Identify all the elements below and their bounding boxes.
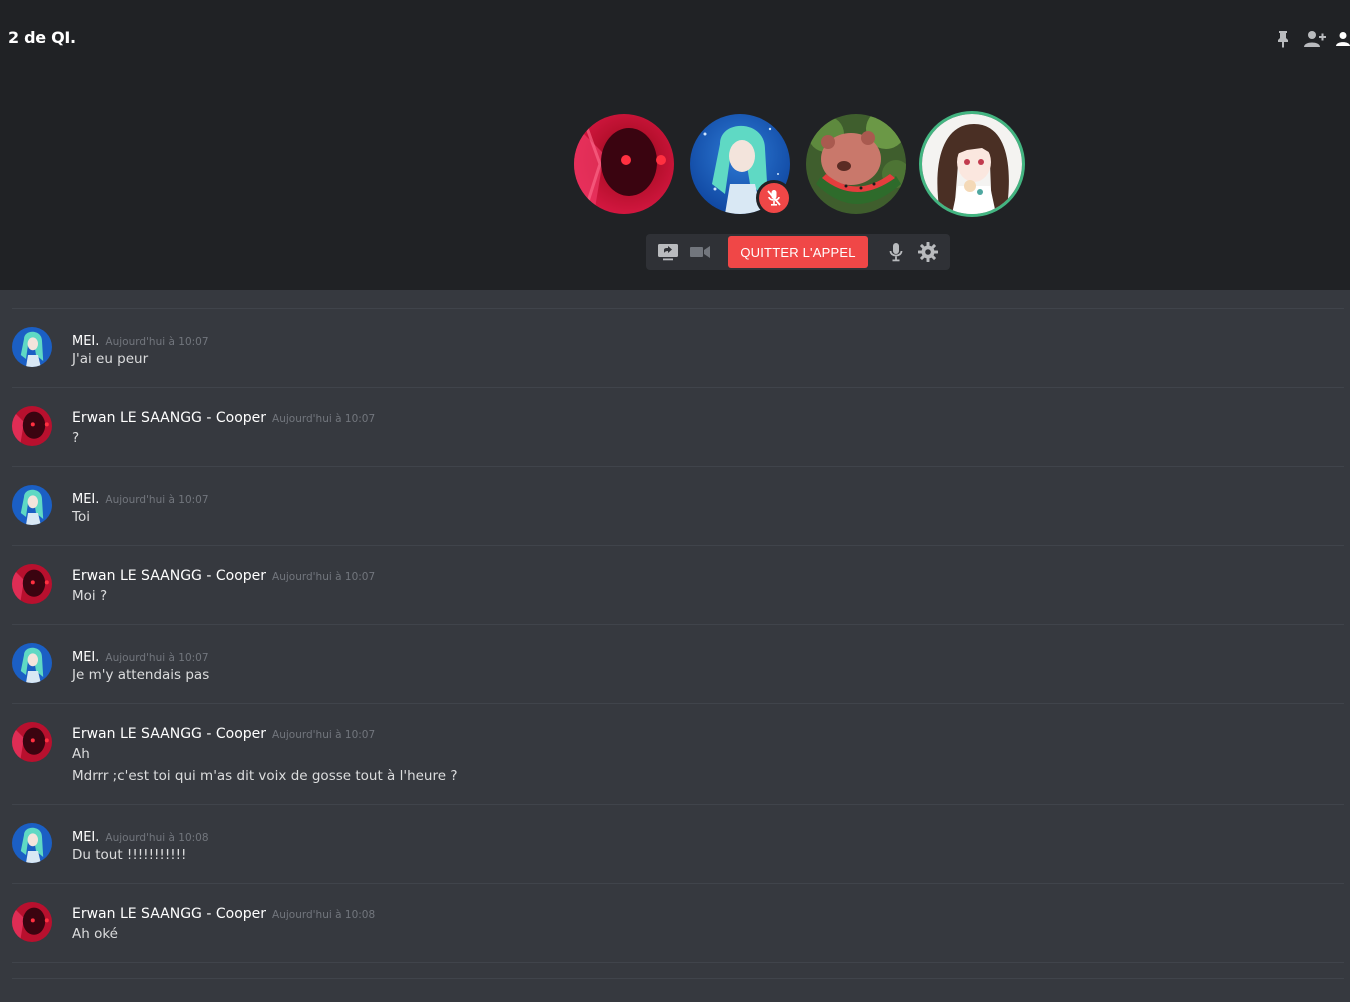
message-header: Erwan LE SAANGG - Cooper Aujourd'hui à 10… — [72, 903, 375, 922]
message-group: MEI. Aujourd'hui à 10:07 Toi — [0, 466, 1350, 545]
message-divider — [12, 962, 1344, 963]
message-header: Erwan LE SAANGG - Cooper Aujourd'hui à 10… — [72, 723, 375, 742]
message-group: Erwan LE SAANGG - Cooper Aujourd'hui à 10… — [0, 883, 1350, 962]
message-timestamp: Aujourd'hui à 10:07 — [105, 494, 209, 506]
author-name[interactable]: Erwan LE SAANGG - Cooper — [72, 906, 266, 922]
header-toolbar — [1262, 28, 1350, 50]
author-name[interactable]: MEI. — [72, 492, 99, 507]
author-avatar-erwan[interactable] — [12, 406, 52, 446]
author-name[interactable]: MEI. — [72, 334, 99, 349]
author-name[interactable]: MEI. — [72, 830, 99, 845]
message-group: Erwan LE SAANGG - Cooper Aujourd'hui à 10… — [0, 387, 1350, 466]
author-avatar-mei[interactable] — [12, 823, 52, 863]
message-timestamp: Aujourd'hui à 10:07 — [272, 413, 376, 425]
message-timestamp: Aujourd'hui à 10:08 — [272, 909, 376, 921]
author-avatar-erwan[interactable] — [12, 564, 52, 604]
author-name[interactable]: Erwan LE SAANGG - Cooper — [72, 410, 266, 426]
leave-call-button[interactable]: QUITTER L'APPEL — [728, 236, 868, 268]
message-header: MEI. Aujourd'hui à 10:07 — [72, 330, 209, 349]
screen-share-icon[interactable] — [657, 241, 679, 263]
message-header: Erwan LE SAANGG - Cooper Aujourd'hui à 10… — [72, 407, 375, 426]
message-text: ? — [72, 430, 80, 446]
channel-title: 2 de QI. — [8, 28, 76, 47]
message-header: MEI. Aujourd'hui à 10:07 — [72, 488, 209, 507]
call-controls: QUITTER L'APPEL — [646, 234, 950, 270]
message-text: J'ai eu peur — [72, 351, 149, 367]
author-avatar-mei[interactable] — [12, 643, 52, 683]
participant-avatar-girl[interactable] — [922, 114, 1022, 214]
message-timestamp: Aujourd'hui à 10:07 — [105, 336, 209, 348]
message-text: Du tout !!!!!!!!!!! — [72, 847, 187, 863]
message-divider — [12, 978, 1344, 979]
message-header: MEI. Aujourd'hui à 10:07 — [72, 646, 209, 665]
message-group: MEI. Aujourd'hui à 10:07 J'ai eu peur — [0, 308, 1350, 387]
message-header: MEI. Aujourd'hui à 10:08 — [72, 826, 209, 845]
author-avatar-erwan[interactable] — [12, 902, 52, 942]
message-group: Erwan LE SAANGG - Cooper Aujourd'hui à 10… — [0, 545, 1350, 624]
participant-avatar-bear[interactable] — [806, 114, 906, 214]
message-header: Erwan LE SAANGG - Cooper Aujourd'hui à 10… — [72, 565, 375, 584]
author-avatar-erwan[interactable] — [12, 722, 52, 762]
pin-icon[interactable] — [1272, 28, 1294, 50]
author-avatar-mei[interactable] — [12, 327, 52, 367]
author-name[interactable]: Erwan LE SAANGG - Cooper — [72, 726, 266, 742]
voice-call-panel: 2 de QI. QUITTER L'APPEL — [0, 0, 1350, 290]
microphone-icon[interactable] — [885, 241, 907, 263]
message-text: Mdrrr ;c'est toi qui m'as dit voix de go… — [72, 768, 458, 784]
message-text: Toi — [72, 509, 90, 525]
author-avatar-mei[interactable] — [12, 485, 52, 525]
message-text: Ah oké — [72, 926, 118, 942]
message-group: MEI. Aujourd'hui à 10:07 Je m'y attendais… — [0, 624, 1350, 703]
message-timestamp: Aujourd'hui à 10:08 — [105, 832, 209, 844]
author-name[interactable]: Erwan LE SAANGG - Cooper — [72, 568, 266, 584]
message-group: Erwan LE SAANGG - Cooper Aujourd'hui à 10… — [0, 703, 1350, 804]
settings-gear-icon[interactable] — [917, 241, 939, 263]
message-text: Moi ? — [72, 588, 108, 604]
author-name[interactable]: MEI. — [72, 650, 99, 665]
message-text: Ah — [72, 746, 90, 762]
message-timestamp: Aujourd'hui à 10:07 — [105, 652, 209, 664]
muted-icon — [756, 180, 792, 216]
message-timestamp: Aujourd'hui à 10:07 — [272, 729, 376, 741]
member-list-icon[interactable] — [1336, 28, 1350, 50]
message-timestamp: Aujourd'hui à 10:07 — [272, 571, 376, 583]
add-friend-icon[interactable] — [1304, 28, 1326, 50]
message-group: MEI. Aujourd'hui à 10:08 Du tout !!!!!!!!… — [0, 804, 1350, 883]
participant-avatar-erwan[interactable] — [574, 114, 674, 214]
video-camera-icon[interactable] — [689, 241, 711, 263]
message-text: Je m'y attendais pas — [72, 667, 210, 683]
